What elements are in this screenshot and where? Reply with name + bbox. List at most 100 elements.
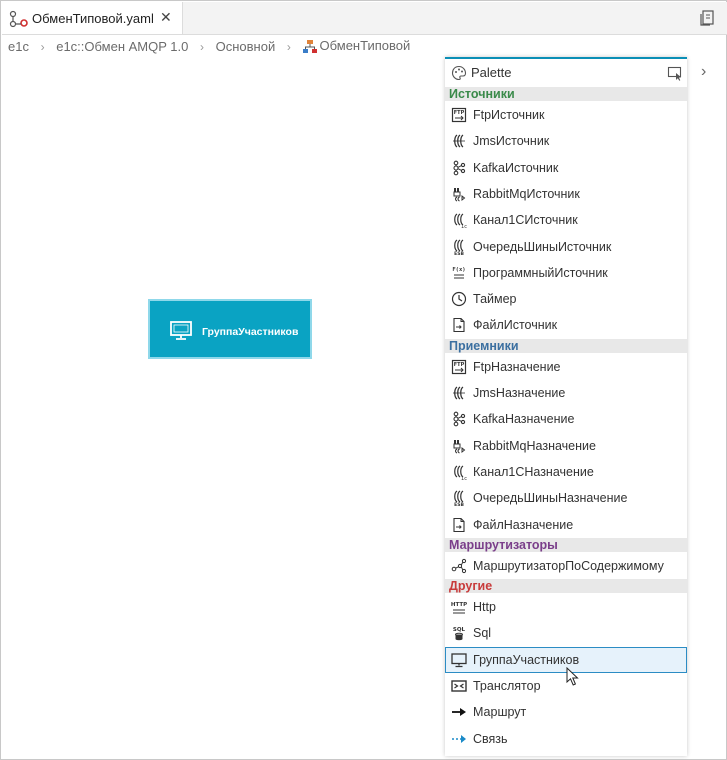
breadcrumb-item-main[interactable]: Основной: [216, 39, 276, 54]
palette-item-label: Транслятор: [473, 679, 541, 693]
restore-window-icon[interactable]: [699, 9, 717, 27]
esb-queue-icon: ESB: [454, 239, 464, 255]
palette-item-label: МаршрутизаторПоСодержимому: [473, 558, 664, 573]
palette-item-label: ФайлИсточник: [473, 318, 558, 333]
palette-item[interactable]: SQL Sql: [445, 620, 687, 646]
palette-item[interactable]: ФайлИсточник: [445, 312, 687, 338]
breadcrumb-current-label: ОбменТиповой: [319, 38, 411, 54]
palette-item[interactable]: 1c Канал1СНазначение: [445, 459, 687, 485]
palette-header: Palette: [445, 59, 687, 87]
breadcrumb-separator: ›: [286, 39, 291, 54]
palette-item[interactable]: 1c Канал1СИсточник: [445, 207, 687, 233]
palette-item-label: Канал1СИсточник: [473, 213, 578, 228]
palette-item[interactable]: JmsИсточник: [445, 128, 687, 154]
participant-group-node[interactable]: ГруппаУчастников: [148, 299, 312, 359]
palette-item-label: RabbitMqНазначение: [473, 438, 596, 453]
palette-item-label: KafkaИсточник: [473, 160, 559, 175]
http-icon: HTTP: [451, 602, 467, 614]
palette-icon: [451, 65, 467, 81]
monitor-icon: [451, 653, 467, 667]
tab-bar: ОбменТиповой.yaml ✕: [2, 2, 727, 35]
palette-item[interactable]: Маршрут: [445, 699, 687, 725]
svg-text:FTP: FTP: [454, 362, 465, 368]
diagram-file-icon: [9, 10, 28, 28]
ftp-icon: FTP: [451, 359, 467, 374]
link-icon: [452, 734, 466, 743]
palette-title: Palette: [471, 65, 512, 80]
palette-item-label: Sql: [473, 626, 492, 641]
mouse-pointer-icon: [566, 667, 579, 686]
jms-icon: [453, 134, 465, 148]
palette-item-label: FtpИсточник: [473, 108, 545, 122]
tab-title: ОбменТиповой.yaml: [32, 11, 154, 26]
palette-item-label: ФайлНазначение: [473, 517, 574, 532]
sql-icon: SQL: [453, 627, 466, 641]
palette-item[interactable]: ESB ОчередьШиныИсточник: [445, 234, 687, 260]
svg-text:HTTP: HTTP: [451, 602, 467, 608]
palette-item-label: Http: [473, 600, 496, 615]
diagram-icon: [303, 39, 318, 53]
channel-1c-icon: 1c: [454, 465, 467, 480]
palette-item[interactable]: HTTP Http: [445, 594, 687, 620]
palette-item[interactable]: Таймер: [445, 286, 687, 312]
palette-item[interactable]: МаршрутизаторПоСодержимому: [445, 553, 687, 579]
kafka-icon: [453, 411, 466, 427]
program-icon: F(x): [452, 267, 466, 279]
palette-item-label: Маршрут: [473, 705, 527, 720]
arrow-right-icon: [452, 708, 466, 717]
svg-text:ESB: ESB: [454, 251, 464, 255]
palette-item[interactable]: RabbitMqИсточник: [445, 181, 687, 207]
router-icon: [451, 558, 467, 573]
file-icon: [453, 318, 465, 333]
translator-icon: [451, 680, 467, 692]
rabbitmq-icon: [453, 187, 466, 202]
palette-category-0: Источники: [445, 87, 687, 101]
breadcrumb-separator: ›: [200, 39, 204, 54]
breadcrumb-item-project[interactable]: e1c::Обмен AMQP 1.0: [56, 39, 188, 54]
palette-item-label: JmsНазначение: [473, 386, 566, 400]
palette-item-label: JmsИсточник: [473, 134, 550, 149]
breadcrumb-item-current[interactable]: ОбменТиповой: [302, 38, 410, 55]
svg-text:F(x): F(x): [452, 267, 465, 273]
clock-icon: [451, 291, 467, 307]
kafka-icon: [453, 160, 466, 175]
svg-text:ESB: ESB: [454, 502, 464, 506]
palette-item-label: KafkaНазначение: [473, 412, 575, 427]
chevron-right-icon[interactable]: ›: [701, 63, 706, 81]
palette-item-label: RabbitMqИсточник: [473, 186, 580, 201]
svg-text:SQL: SQL: [453, 627, 466, 633]
svg-text:FTP: FTP: [454, 110, 465, 116]
select-tool-icon[interactable]: [667, 65, 683, 81]
palette-category-1: Приемники: [445, 338, 687, 353]
palette-item[interactable]: RabbitMqНазначение: [445, 433, 687, 459]
palette-item[interactable]: Связь: [445, 726, 687, 752]
palette-item[interactable]: ESB ОчередьШиныНазначение: [445, 485, 687, 511]
palette-category-2: Маршрутизаторы: [445, 537, 687, 552]
palette-item[interactable]: F(x) ПрограммныйИсточник: [445, 260, 687, 286]
palette-panel: Palette Источники FTP FtpИсточник JmsИсточн…: [445, 57, 687, 756]
palette-item-label: FtpНазначение: [473, 359, 561, 374]
palette-item-label: ГруппаУчастников: [473, 652, 580, 667]
palette-item-label: ПрограммныйИсточник: [473, 265, 608, 280]
palette-item[interactable]: FTP FtpИсточник: [445, 102, 687, 128]
palette-category-3: Другие: [445, 579, 687, 594]
palette-item[interactable]: JmsНазначение: [445, 380, 687, 406]
close-icon[interactable]: ✕: [160, 9, 172, 26]
palette-item[interactable]: FTP FtpНазначение: [445, 354, 687, 380]
tab-exchange-file[interactable]: ОбменТиповой.yaml ✕: [2, 2, 183, 34]
file-icon: [453, 517, 465, 532]
svg-text:1c: 1c: [461, 224, 467, 228]
palette-item-label: Таймер: [473, 292, 517, 307]
palette-item-label: ОчередьШиныНазначение: [473, 491, 628, 506]
palette-item[interactable]: ФайлНазначение: [445, 512, 687, 538]
esb-queue-icon: ESB: [454, 490, 464, 506]
jms-icon: [453, 386, 465, 400]
palette-item[interactable]: KafkaНазначение: [445, 406, 687, 432]
breadcrumb: e1c › e1c::Обмен AMQP 1.0 › Основной › О…: [8, 38, 410, 54]
node-label: ГруппаУчастников: [202, 326, 299, 338]
ftp-icon: FTP: [451, 107, 467, 123]
breadcrumb-item-e1c[interactable]: e1c: [8, 39, 29, 54]
palette-item[interactable]: KafkaИсточник: [445, 155, 687, 181]
palette-item-label: ОчередьШиныИсточник: [473, 239, 612, 254]
svg-text:1c: 1c: [461, 476, 467, 480]
